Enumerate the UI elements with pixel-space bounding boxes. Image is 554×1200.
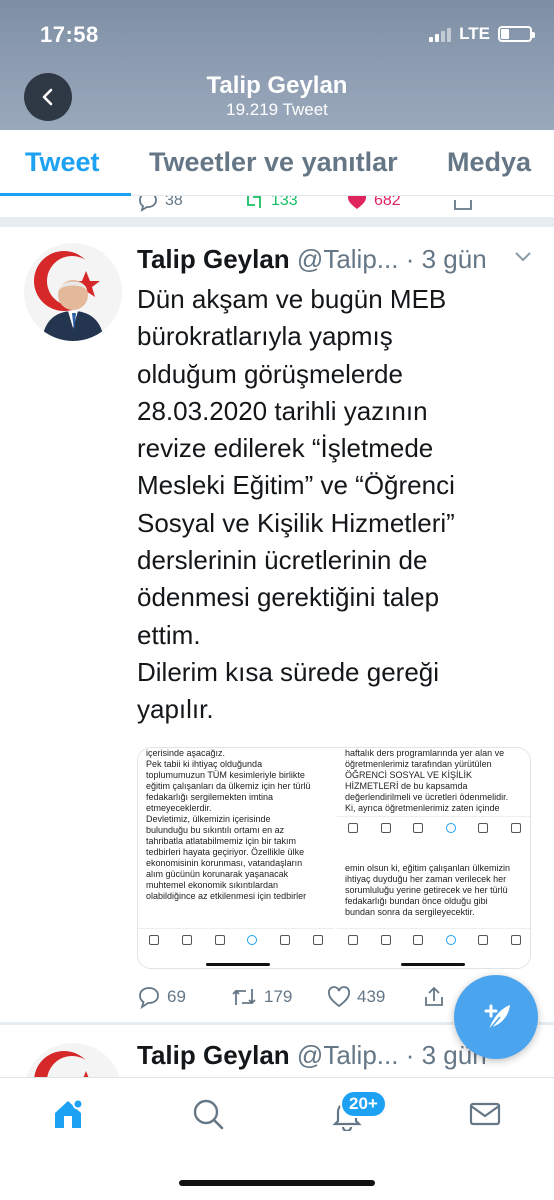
author-name[interactable]: Talip Geylan bbox=[137, 1040, 290, 1070]
media-image-bottom-right[interactable]: emin olsun ki, eğitim çalışanları ülkemi… bbox=[337, 855, 530, 968]
compose-feather-icon bbox=[484, 1004, 510, 1031]
media-left-text: içerisinde aşacağız. Pek tabii ki ihtiya… bbox=[146, 748, 311, 901]
tweet-media[interactable]: içerisinde aşacağız. Pek tabii ki ihtiya… bbox=[137, 747, 531, 969]
network-label: LTE bbox=[459, 24, 490, 43]
retweet-button[interactable]: 179 bbox=[230, 985, 292, 1009]
mail-icon bbox=[469, 1102, 501, 1126]
media-top-right-nav bbox=[337, 816, 530, 838]
reply-count: 38 bbox=[165, 196, 183, 209]
reply-count: 69 bbox=[167, 987, 186, 1006]
retweet-count: 133 bbox=[271, 196, 298, 209]
previous-tweet-actions: 38 133 682 bbox=[0, 196, 554, 216]
avatar[interactable] bbox=[24, 1043, 122, 1077]
compose-tweet-button[interactable] bbox=[454, 975, 538, 1059]
share-button[interactable] bbox=[452, 196, 474, 212]
like-count: 682 bbox=[374, 196, 401, 209]
avatar-image bbox=[24, 1043, 122, 1077]
reply-button[interactable]: 38 bbox=[137, 196, 183, 212]
heart-icon bbox=[328, 986, 350, 1008]
home-indicator bbox=[179, 1180, 375, 1186]
reply-button[interactable]: 69 bbox=[137, 985, 186, 1009]
media-left-nav bbox=[138, 928, 334, 950]
tab-media[interactable]: Medya bbox=[447, 147, 531, 178]
home-icon bbox=[55, 1098, 84, 1128]
profile-header: 17:58 LTE Talip Geylan 19.219 Tweet bbox=[0, 0, 554, 130]
tweet-time: · 3 gün bbox=[405, 244, 487, 274]
chevron-down-icon[interactable] bbox=[514, 250, 532, 264]
retweet-button[interactable]: 133 bbox=[243, 196, 298, 212]
avatar[interactable] bbox=[24, 243, 122, 341]
profile-tabs: Tweet Tweetler ve yanıtlar Medya bbox=[0, 130, 554, 196]
heart-icon bbox=[347, 196, 367, 209]
divider bbox=[0, 217, 554, 227]
author-handle: @Talip... bbox=[296, 1040, 399, 1070]
media-image-left[interactable]: içerisinde aşacağız. Pek tabii ki ihtiya… bbox=[138, 748, 334, 968]
nav-messages[interactable] bbox=[465, 1094, 505, 1134]
retweet-count: 179 bbox=[264, 987, 293, 1006]
reply-icon bbox=[139, 196, 157, 212]
reply-icon bbox=[139, 987, 159, 1009]
notifications-badge: 20+ bbox=[340, 1090, 387, 1118]
nav-search[interactable] bbox=[188, 1094, 228, 1134]
retweet-icon bbox=[247, 196, 261, 208]
retweet-icon bbox=[232, 989, 256, 1005]
media-left-home-bar bbox=[206, 963, 270, 966]
author-name[interactable]: Talip Geylan bbox=[137, 244, 290, 274]
next-tweet-header: Talip Geylan @Talip... · 3 gün bbox=[137, 1040, 487, 1071]
tweet-header: Talip Geylan @Talip... · 3 gün bbox=[137, 244, 487, 275]
status-time: 17:58 bbox=[40, 22, 99, 47]
tab-tweets-and-replies[interactable]: Tweetler ve yanıtlar bbox=[149, 147, 398, 178]
nav-home[interactable] bbox=[48, 1094, 88, 1134]
share-button[interactable] bbox=[422, 985, 446, 1009]
search-icon bbox=[193, 1099, 224, 1130]
media-bottom-right-nav bbox=[337, 928, 530, 950]
like-button[interactable]: 439 bbox=[327, 985, 385, 1009]
signal-icon bbox=[429, 26, 452, 42]
tab-tweets[interactable]: Tweet bbox=[25, 147, 100, 178]
share-icon bbox=[454, 200, 472, 210]
battery-icon bbox=[498, 26, 535, 42]
media-bottom-right-text: emin olsun ki, eğitim çalışanları ülkemi… bbox=[345, 863, 511, 917]
status-indicators: LTE bbox=[429, 24, 535, 44]
like-button[interactable]: 682 bbox=[346, 196, 401, 212]
media-right-home-bar bbox=[401, 963, 465, 966]
tweet-text: Dün akşam ve bugün MEB bürokratlarıyla y… bbox=[137, 284, 455, 725]
share-icon bbox=[425, 986, 443, 1006]
avatar-image bbox=[24, 243, 122, 341]
tweet-count: 19.219 Tweet bbox=[226, 100, 328, 119]
like-count: 439 bbox=[357, 987, 386, 1006]
profile-name-title: Talip Geylan bbox=[206, 72, 348, 99]
media-image-top-right[interactable]: haftalık ders programlarında yer alan ve… bbox=[337, 748, 530, 853]
media-top-right-text: haftalık ders programlarında yer alan ve… bbox=[345, 748, 509, 813]
author-handle: @Talip... bbox=[296, 244, 399, 274]
